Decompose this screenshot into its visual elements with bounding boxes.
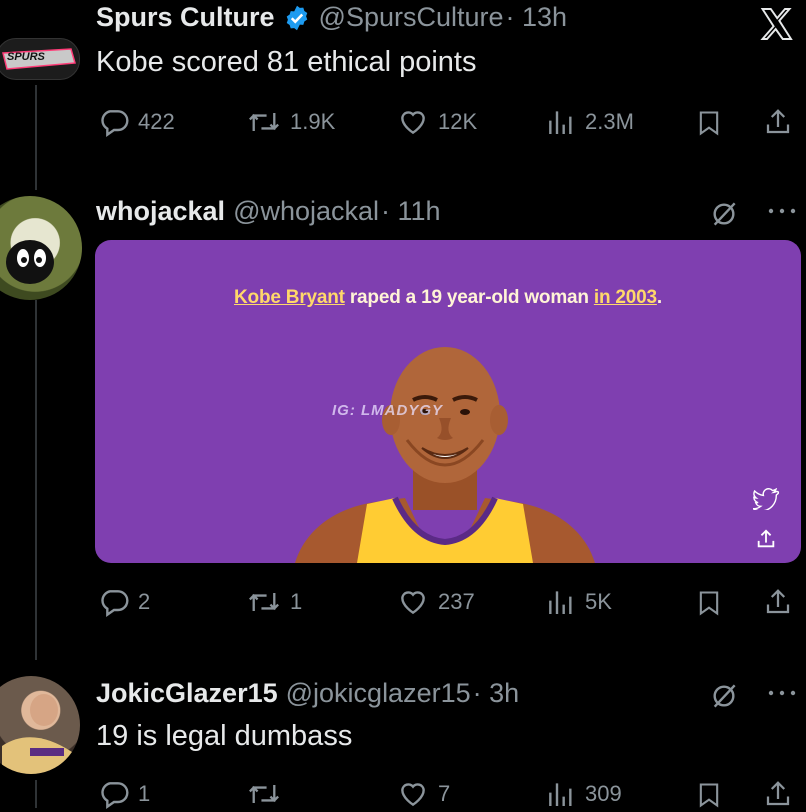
reply-icon [101,590,129,617]
share-icon[interactable] [760,104,796,140]
grok-icon[interactable] [704,196,744,232]
repost-icon [249,593,279,611]
watermark: IG: LMADYGY [332,402,443,419]
avatar-label: SPURS [7,51,45,63]
like-icon [401,783,425,807]
bookmark-icon[interactable] [692,586,726,620]
like-button[interactable]: 7 [396,778,450,810]
timestamp[interactable]: · 13h [506,2,568,33]
repost-button[interactable]: 1 [246,586,302,618]
repost-button[interactable]: 1.9K [246,106,335,138]
reply-button[interactable]: 1 [98,778,150,810]
repost-icon [249,785,279,803]
reply-button[interactable]: 422 [98,106,175,138]
x-logo-icon[interactable] [756,4,796,44]
like-icon [401,111,425,135]
reply-icon [101,782,129,809]
reply-button[interactable]: 2 [98,586,150,618]
repost-button[interactable] [246,778,290,810]
avatar[interactable] [0,196,82,300]
views-button[interactable]: 309 [545,778,622,810]
reply-count: 1 [138,781,151,806]
share-icon[interactable] [760,584,796,620]
repost-icon [249,113,279,131]
handle[interactable]: @SpursCulture [319,2,504,33]
views-icon [549,783,572,806]
avatar[interactable]: SPURS [0,38,80,80]
twitter-bird-icon[interactable] [751,486,781,512]
views-icon [549,111,572,134]
repost-count: 1.9K [290,109,336,134]
views-count: 309 [585,781,622,806]
tweet-text: Kobe scored 81 ethical points [96,46,477,78]
views-count: 2.3M [585,109,634,134]
like-icon [401,591,425,615]
display-name[interactable]: Spurs Culture [96,2,275,33]
more-icon[interactable] [762,196,802,226]
like-button[interactable]: 237 [396,586,475,618]
timestamp[interactable]: · 3h [473,678,520,709]
like-count: 237 [438,589,475,614]
like-count: 12K [438,109,478,134]
share-icon[interactable] [760,776,796,812]
avatar-photo [2,694,72,774]
views-button[interactable]: 2.3M [545,106,634,138]
bookmark-icon[interactable] [692,778,726,812]
verified-badge-icon [286,5,307,30]
media-card[interactable]: Kobe Bryant raped a 19 year-old woman in… [95,240,801,563]
views-button[interactable]: 5K [545,586,612,618]
like-button[interactable]: 12K [396,106,477,138]
share-icon[interactable] [751,525,781,553]
grok-icon[interactable] [704,678,744,714]
handle[interactable]: @jokicglazer15 [286,678,471,709]
avatar[interactable] [0,676,80,774]
timestamp[interactable]: · 11h [381,196,441,227]
thread-line [35,85,37,190]
kobe-illustration [295,347,595,563]
display-name[interactable]: JokicGlazer15 [96,678,278,709]
bookmark-icon[interactable] [692,106,726,140]
marvin-martian-icon [6,240,54,284]
more-icon[interactable] [762,678,802,708]
reply-count: 2 [138,589,151,614]
repost-count: 1 [290,589,303,614]
views-count: 5K [585,589,612,614]
thread-line [35,780,37,808]
display-name[interactable]: whojackal [96,196,225,227]
thread-line [35,300,37,660]
handle[interactable]: @whojackal [233,196,379,227]
reply-count: 422 [138,109,175,134]
tweet-text: 19 is legal dumbass [96,720,353,752]
views-icon [549,591,572,614]
like-count: 7 [438,781,451,806]
reply-icon [101,110,129,137]
